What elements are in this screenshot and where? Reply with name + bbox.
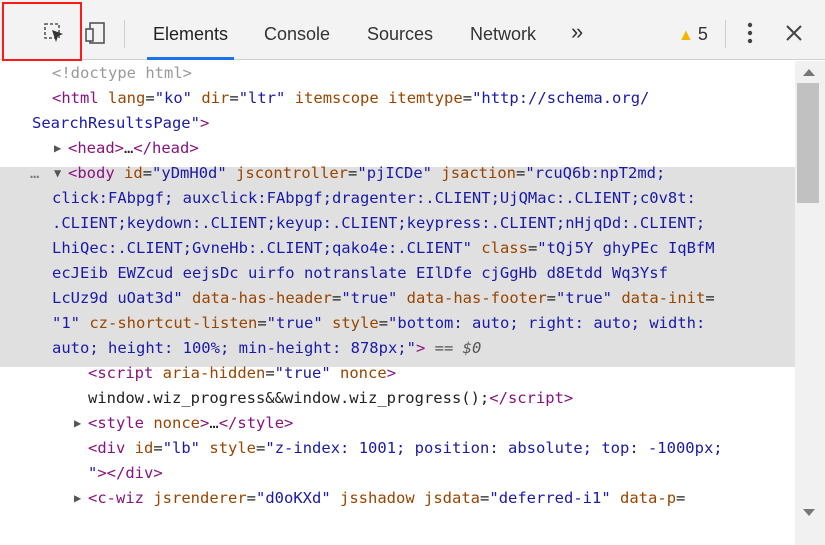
dom-line[interactable]: <c-wiz jsrenderer="d0oKXd" jsshadow jsda…	[88, 486, 685, 511]
warnings-indicator[interactable]: ▲ 5	[678, 0, 708, 60]
kebab-menu-icon[interactable]	[737, 20, 763, 46]
device-toolbar-icon[interactable]	[83, 20, 109, 46]
toolbar-separator-2	[725, 20, 726, 48]
more-tabs-icon[interactable]: »	[571, 0, 583, 60]
expand-arrow-icon[interactable]: ▶	[74, 411, 81, 436]
toolbar-separator	[124, 20, 125, 48]
dom-line[interactable]: <html lang="ko" dir="ltr" itemscope item…	[52, 86, 649, 111]
devtools-toolbar: Elements Console Sources Network » ▲ 5	[0, 0, 825, 60]
dom-tree[interactable]: <!doctype html> <html lang="ko" dir="ltr"…	[0, 61, 795, 545]
dom-line[interactable]: LhiQec:.CLIENT;GvneHb:.CLIENT;qako4e:.CL…	[52, 236, 715, 261]
dom-line[interactable]: <style nonce>…</style>	[88, 411, 293, 436]
tab-network[interactable]: Network	[470, 0, 536, 60]
scroll-up-icon[interactable]	[803, 69, 815, 76]
expand-arrow-icon[interactable]: ▶	[74, 486, 81, 511]
close-icon[interactable]	[781, 20, 807, 46]
dom-line[interactable]: ecJEib EWZcud eejsDc uirfo notranslate E…	[52, 261, 668, 286]
dom-line[interactable]: SearchResultsPage">	[32, 111, 209, 136]
scrollbar-thumb[interactable]	[797, 83, 819, 203]
node-actions-icon[interactable]: …	[30, 161, 39, 186]
dom-line[interactable]: <body id="yDmH0d" jscontroller="pjICDe" …	[68, 161, 665, 186]
dom-line[interactable]: "1" cz-shortcut-listen="true" style="bot…	[52, 311, 705, 336]
tab-sources[interactable]: Sources	[367, 0, 433, 60]
warning-icon: ▲	[678, 27, 694, 44]
dom-line[interactable]: <script aria-hidden="true" nonce>	[88, 361, 396, 386]
dom-line[interactable]: <head>…</head>	[68, 136, 199, 161]
warnings-count: 5	[697, 24, 708, 44]
vertical-scrollbar[interactable]	[795, 61, 825, 545]
scroll-down-icon[interactable]	[803, 509, 815, 516]
dom-line[interactable]: <!doctype html>	[52, 61, 192, 86]
dom-line[interactable]: <div id="lb" style="z-index: 1001; posit…	[88, 436, 723, 461]
dom-line[interactable]: LcUz9d uOat3d" data-has-header="true" da…	[52, 286, 715, 311]
dom-line[interactable]: auto; height: 100%; min-height: 878px;">…	[52, 336, 481, 361]
dom-line[interactable]: click:FAbpgf; auxclick:FAbpgf;dragenter:…	[52, 186, 696, 211]
expand-arrow-icon[interactable]: ▶	[54, 136, 61, 161]
dom-line[interactable]: window.wiz_progress&&window.wiz_progress…	[88, 386, 573, 411]
tab-elements[interactable]: Elements	[146, 0, 235, 60]
expand-arrow-icon[interactable]: ▼	[54, 161, 61, 186]
inspect-highlight-box	[2, 2, 82, 61]
tab-console[interactable]: Console	[264, 0, 330, 60]
dom-line[interactable]: .CLIENT;keydown:.CLIENT;keyup:.CLIENT;ke…	[52, 211, 705, 236]
dom-line[interactable]: "></div>	[88, 461, 163, 486]
